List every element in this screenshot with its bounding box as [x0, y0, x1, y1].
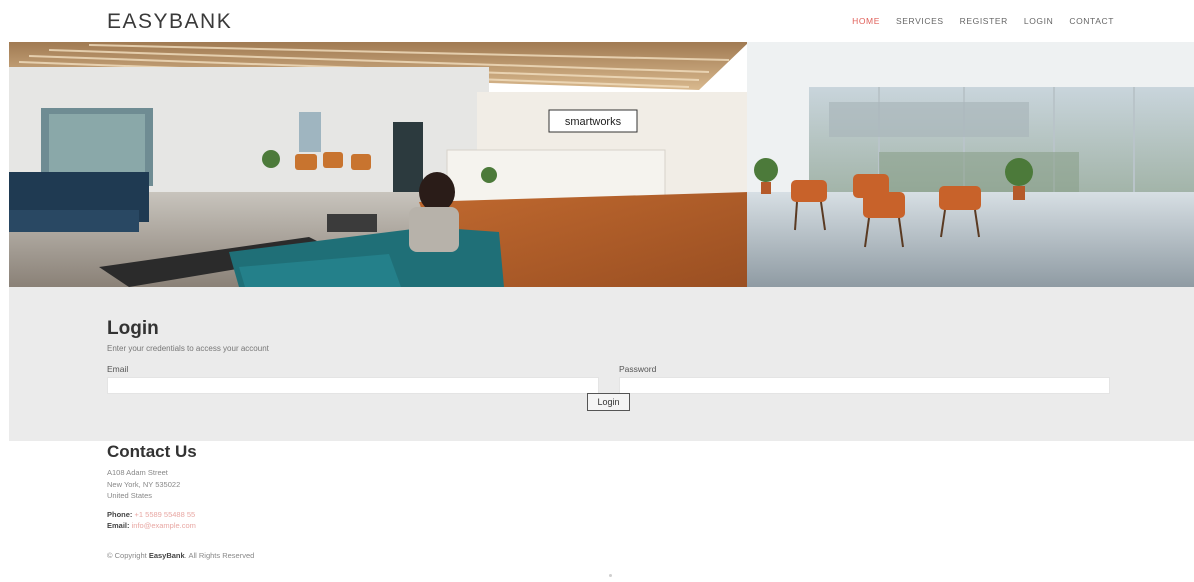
smartworks-sign: smartworks: [565, 116, 622, 128]
office-illustration: smartworks: [9, 42, 1194, 287]
phone-label: Phone:: [107, 509, 133, 519]
contact-address: A108 Adam Street New York, NY 535022 Uni…: [107, 467, 707, 502]
contact-email-label: Email:: [107, 521, 130, 530]
contact-section: Contact Us A108 Adam Street New York, NY…: [107, 442, 707, 560]
copyright-prefix: © Copyright: [107, 550, 147, 560]
login-title: Login: [107, 318, 159, 339]
phone-line: Phone: +1 5589 55488 55: [107, 509, 707, 521]
bottom-indicator: [609, 574, 612, 577]
phone-value[interactable]: +1 5589 55488 55: [135, 510, 196, 519]
login-section: Login Enter your credentials to access y…: [9, 287, 1194, 441]
password-input[interactable]: [619, 377, 1110, 394]
site-header: EASYBANK HOME SERVICES REGISTER LOGIN CO…: [0, 0, 1194, 42]
contact-details: Phone: +1 5589 55488 55 Email: info@exam…: [107, 509, 707, 532]
copyright: © Copyright EasyBank. All Rights Reserve…: [107, 550, 255, 560]
nav-services[interactable]: SERVICES: [896, 16, 944, 26]
contact-email-link[interactable]: info@example.com: [132, 521, 196, 530]
nav-register[interactable]: REGISTER: [960, 16, 1008, 26]
copyright-brand: EasyBank: [148, 550, 185, 560]
main-nav: HOME SERVICES REGISTER LOGIN CONTACT: [836, 16, 1114, 26]
address-line-1: A108 Adam Street: [107, 468, 168, 477]
email-input[interactable]: [107, 377, 599, 394]
password-label: Password: [619, 364, 657, 374]
nav-contact[interactable]: CONTACT: [1069, 16, 1114, 26]
address-line-3: United States: [107, 491, 153, 500]
login-subtitle: Enter your credentials to access your ac…: [107, 344, 269, 353]
login-button[interactable]: Login: [587, 393, 630, 411]
copyright-suffix: All Rights Reserved: [188, 550, 255, 560]
nav-login[interactable]: LOGIN: [1024, 16, 1053, 26]
brand-logo[interactable]: EASYBANK: [107, 10, 232, 34]
email-line: Email: info@example.com: [107, 520, 707, 532]
hero-office-image: smartworks: [9, 42, 1194, 287]
email-label: Email: [107, 364, 129, 374]
contact-title: Contact Us: [107, 442, 197, 461]
address-line-2: New York, NY 535022: [107, 479, 181, 489]
nav-home[interactable]: HOME: [852, 16, 880, 26]
